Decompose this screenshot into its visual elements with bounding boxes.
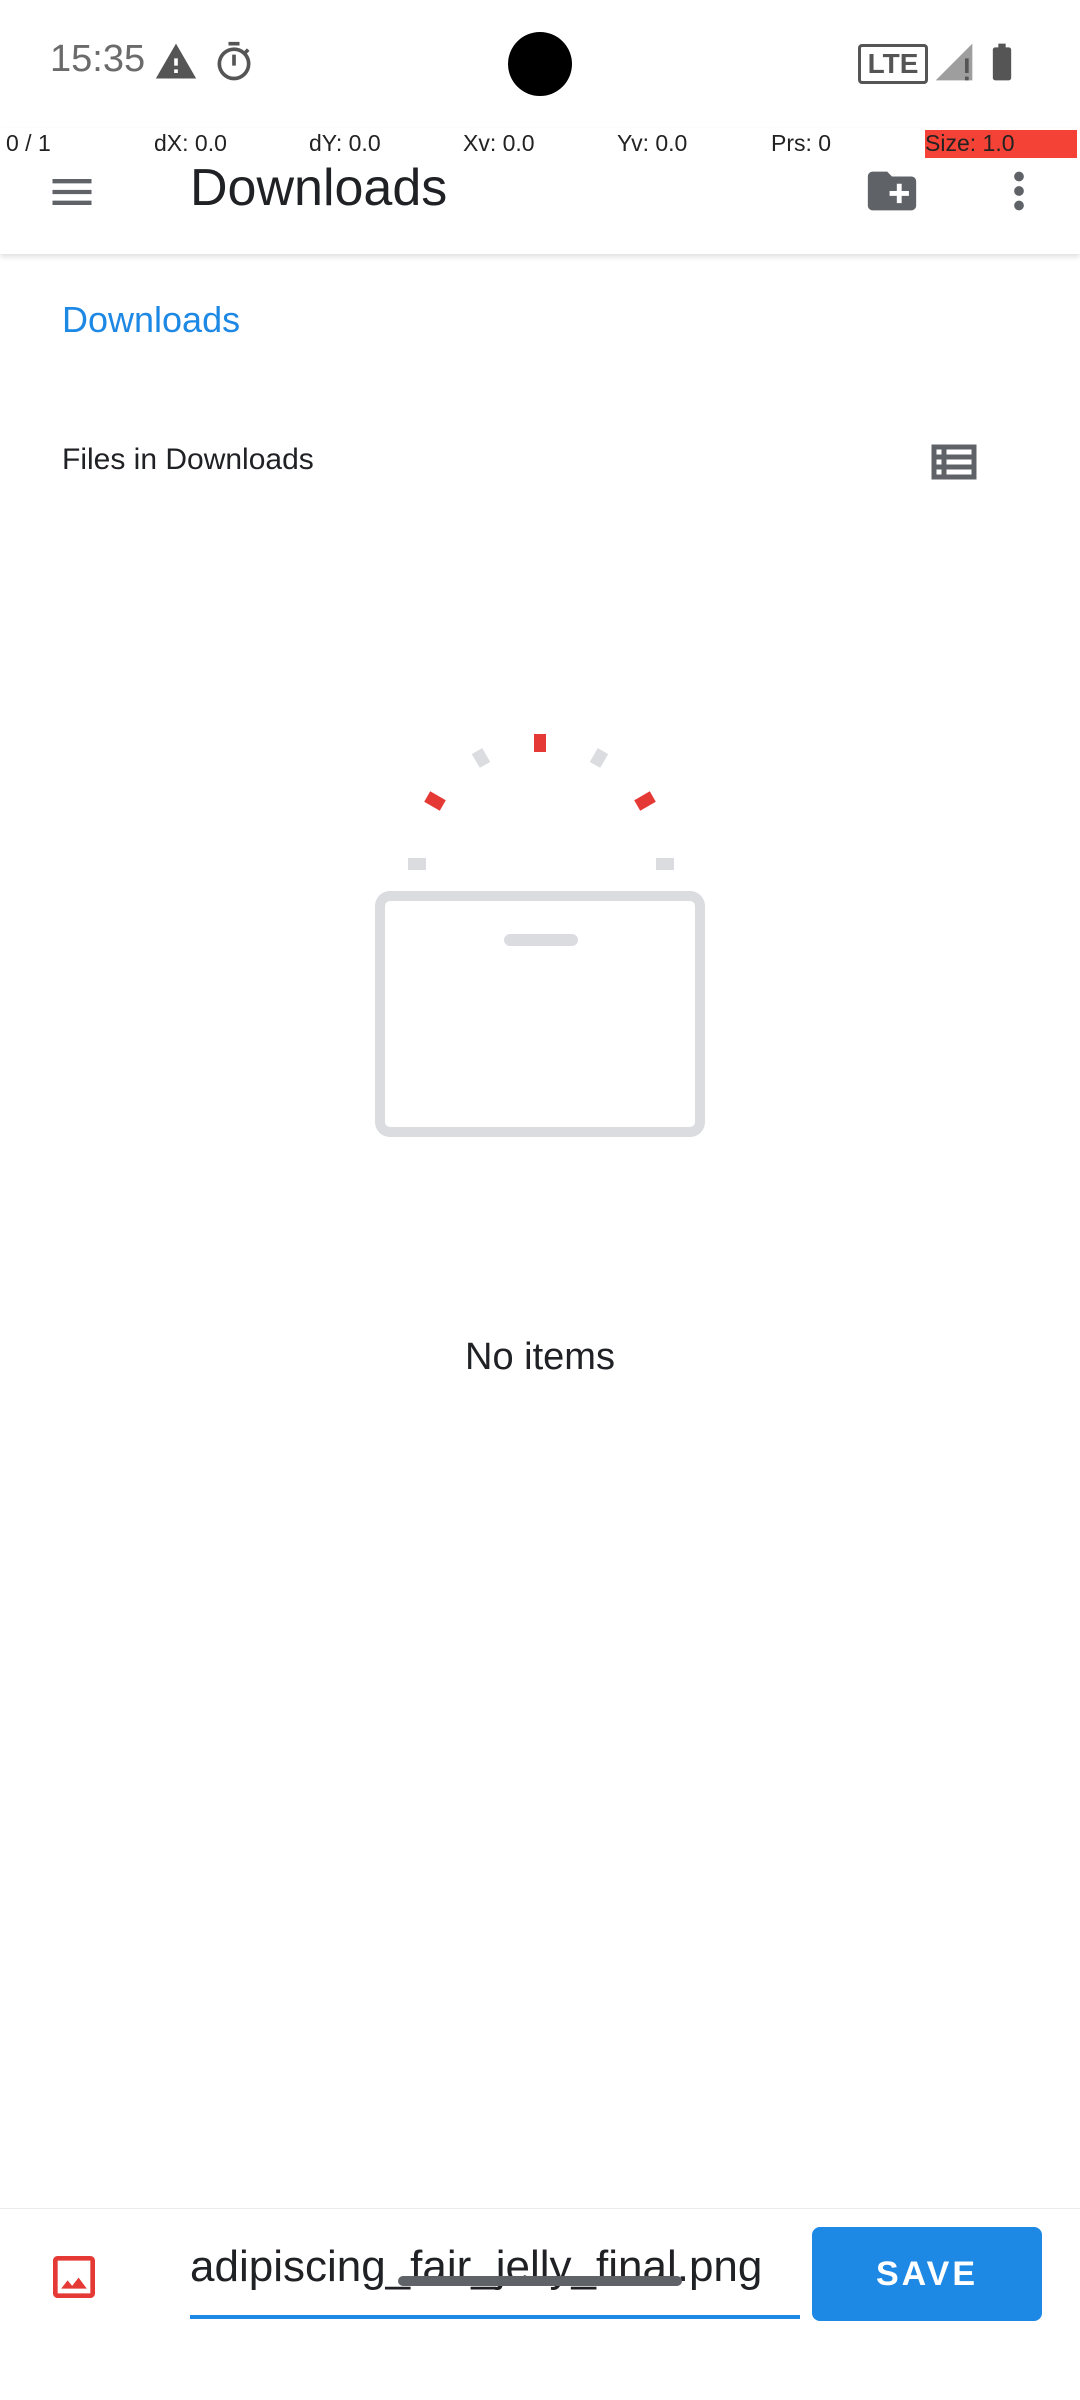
pointer-xv: Xv: 0.0	[463, 130, 535, 156]
pointer-dx: dX: 0.0	[154, 130, 227, 156]
more-vert-icon	[1014, 171, 1024, 211]
warning-icon	[154, 40, 198, 84]
signal-icon	[932, 40, 976, 84]
menu-icon	[52, 179, 92, 205]
gesture-nav-handle[interactable]	[398, 2276, 682, 2286]
camera-cutout	[508, 32, 572, 96]
empty-folder-illustration	[360, 720, 720, 1140]
pointer-size: Size: 1.0	[925, 130, 1015, 156]
breadcrumb[interactable]: Downloads	[0, 257, 288, 383]
filename-input[interactable]	[190, 2219, 800, 2319]
empty-box-icon	[375, 734, 705, 1137]
pointer-yv: Yv: 0.0	[617, 130, 688, 156]
create-new-folder-icon	[867, 171, 917, 211]
list-header-label: Files in Downloads	[62, 443, 314, 476]
save-bar: SAVE	[0, 2208, 1080, 2339]
pointer-location-overlay: 0 / 1 dX: 0.0 dY: 0.0 Xv: 0.0 Yv: 0.0 Pr…	[0, 128, 1080, 158]
save-button[interactable]: SAVE	[812, 2227, 1042, 2321]
battery-icon	[980, 40, 1024, 84]
breadcrumb-item-downloads: Downloads	[62, 299, 241, 340]
status-time: 15:35	[50, 38, 146, 80]
view-toggle-button[interactable]	[892, 400, 1018, 526]
status-bar: 15:35 LTE	[0, 0, 1080, 128]
pointer-dy: dY: 0.0	[309, 130, 381, 156]
list-header: Files in Downloads	[62, 383, 892, 541]
list-view-icon	[931, 444, 977, 480]
timer-icon	[212, 40, 256, 84]
image-icon	[46, 2249, 102, 2305]
pointer-pressure: Prs: 0	[771, 130, 832, 156]
pointer-count: 0 / 1	[6, 130, 51, 156]
page-title: Downloads	[190, 159, 448, 217]
empty-state-text: No items	[465, 1336, 615, 1378]
lte-badge: LTE	[858, 44, 928, 84]
